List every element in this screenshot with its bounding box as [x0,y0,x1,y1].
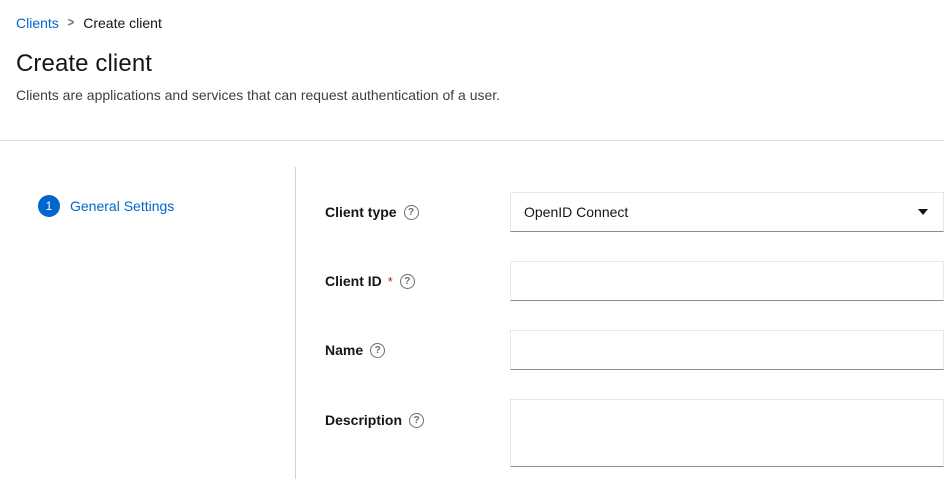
breadcrumb-current: Create client [83,15,162,31]
name-input[interactable] [510,330,944,370]
page-title: Create client [16,50,928,78]
client-type-selected-value: OpenID Connect [524,204,628,220]
header-divider [0,140,944,141]
client-type-label-group: Client type ? [325,204,510,220]
client-id-label: Client ID [325,273,382,289]
required-asterisk: * [388,273,393,288]
breadcrumb: Clients > Create client [0,0,944,31]
client-type-label: Client type [325,204,397,220]
client-type-select[interactable]: OpenID Connect [510,192,944,232]
description-textarea[interactable] [510,399,944,467]
name-label: Name [325,342,363,358]
name-help-icon[interactable]: ? [370,343,385,358]
step-number-badge: 1 [38,195,60,217]
step-label: General Settings [70,198,174,214]
name-label-group: Name ? [325,342,510,358]
form-row-name: Name ? [325,330,944,370]
wizard-step-nav: 1 General Settings [0,167,296,479]
general-settings-form: Client type ? OpenID Connect Client ID *… [296,167,944,479]
create-client-wizard: 1 General Settings Client type ? OpenID … [0,167,944,479]
description-help-icon[interactable]: ? [409,413,424,428]
client-id-input[interactable] [510,261,944,301]
client-type-help-icon[interactable]: ? [404,205,419,220]
client-id-help-icon[interactable]: ? [400,274,415,289]
page-header: Create client Clients are applications a… [0,31,944,103]
description-label-group: Description ? [325,399,510,428]
form-row-client-id: Client ID * ? [325,261,944,301]
breadcrumb-link-clients[interactable]: Clients [16,15,59,31]
breadcrumb-separator-icon: > [68,16,74,30]
page-subtitle: Clients are applications and services th… [16,87,928,103]
client-id-label-group: Client ID * ? [325,273,510,289]
form-row-client-type: Client type ? OpenID Connect [325,192,944,232]
wizard-step-general-settings[interactable]: 1 General Settings [0,195,295,217]
description-label: Description [325,412,402,428]
form-row-description: Description ? [325,399,944,467]
caret-down-icon [918,209,928,215]
